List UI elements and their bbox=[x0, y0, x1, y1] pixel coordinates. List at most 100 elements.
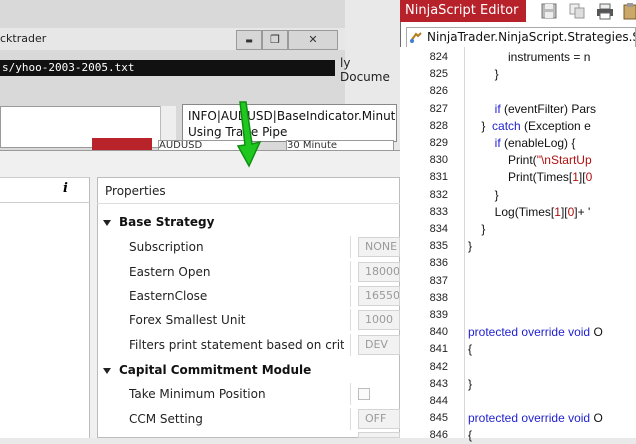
code-token: } bbox=[468, 187, 499, 202]
gutter-divider bbox=[464, 47, 465, 438]
code-token: O bbox=[590, 411, 603, 426]
line-number: 843 bbox=[429, 377, 448, 390]
code-line[interactable]: if (eventFilter) Pars bbox=[468, 101, 636, 118]
prop-label-filters-print: Filters print statement based on critic.… bbox=[129, 338, 344, 352]
code-line[interactable]: protected override void O bbox=[468, 410, 636, 427]
code-token: Log(Times[ bbox=[468, 204, 555, 219]
line-number: 839 bbox=[429, 309, 448, 321]
divider bbox=[350, 309, 351, 331]
code-token: } bbox=[468, 239, 473, 254]
line-number: 836 bbox=[429, 257, 448, 270]
prop-label-eastern-close: EasternClose bbox=[129, 289, 208, 303]
code-line[interactable] bbox=[468, 290, 636, 307]
code-token: } bbox=[468, 222, 486, 236]
divider bbox=[350, 261, 351, 283]
code-token-kw: override bbox=[521, 411, 565, 426]
code-line[interactable]: { bbox=[468, 427, 636, 444]
close-button[interactable]: ✕ bbox=[288, 30, 338, 50]
prop-value-filters-print[interactable]: DEV bbox=[358, 335, 400, 355]
minimize-icon: ▬ bbox=[245, 36, 253, 45]
code-line[interactable]: protected override void O bbox=[468, 324, 636, 341]
code-line[interactable] bbox=[468, 393, 636, 410]
line-number: 835 bbox=[429, 240, 448, 253]
code-line[interactable]: } bbox=[468, 187, 636, 204]
green-arrow-icon bbox=[236, 101, 262, 168]
minimize-button[interactable]: ▬ bbox=[236, 30, 262, 50]
code-token: ][ bbox=[578, 170, 586, 185]
line-number: 833 bbox=[429, 205, 448, 218]
code-token: (eventFilter) Pars bbox=[500, 101, 597, 116]
line-number: 828 bbox=[429, 119, 448, 132]
code-token: } bbox=[468, 118, 493, 133]
start-button[interactable] bbox=[92, 138, 152, 150]
code-token-kw: catch bbox=[492, 118, 521, 133]
trader-window-title: cktrader bbox=[0, 32, 47, 45]
prop-value-ccm-setting[interactable]: OFF bbox=[358, 409, 400, 429]
prop-value-eastern-close[interactable]: 16550 bbox=[358, 286, 400, 306]
collapse-triangle-icon[interactable] bbox=[103, 367, 111, 374]
save-icon[interactable] bbox=[540, 2, 558, 20]
code-line[interactable]: { bbox=[468, 341, 636, 358]
line-number: 844 bbox=[429, 395, 448, 407]
code-line[interactable] bbox=[468, 307, 636, 324]
prop-value-eastern-open[interactable]: 18000 bbox=[358, 262, 400, 282]
code-line[interactable]: instruments = n bbox=[468, 49, 636, 66]
print-icon[interactable] bbox=[596, 2, 614, 20]
code-line[interactable]: if (enableLog) { bbox=[468, 135, 636, 152]
code-token: instruments = n bbox=[468, 50, 591, 64]
divider bbox=[350, 383, 351, 405]
line-number: 826 bbox=[429, 85, 448, 98]
code-line[interactable]: } bbox=[468, 238, 636, 255]
documents-label: ly Docume bbox=[340, 56, 390, 84]
file-path-field[interactable]: s/yhoo-2003-2005.txt bbox=[0, 60, 335, 76]
info-icon[interactable]: i bbox=[63, 181, 68, 196]
code-line[interactable]: Print(Times[1][0 bbox=[468, 169, 636, 186]
code-line[interactable] bbox=[468, 255, 636, 272]
code-line[interactable] bbox=[468, 359, 636, 376]
code-line[interactable]: Print("\nStartUp bbox=[468, 152, 636, 169]
code-token-num: 1 bbox=[572, 170, 579, 185]
divider bbox=[350, 334, 351, 356]
code-line[interactable]: } bbox=[468, 66, 636, 83]
code-token: ]+ ' bbox=[574, 204, 591, 219]
line-number: 837 bbox=[429, 274, 448, 287]
code-token-kw: protected bbox=[468, 411, 519, 426]
copy-icon[interactable] bbox=[568, 2, 586, 20]
category-label: Base Strategy bbox=[119, 215, 215, 229]
category-base-strategy[interactable]: Base Strategy bbox=[103, 211, 214, 233]
prop-value-next[interactable] bbox=[358, 432, 400, 438]
prop-value-forex-smallest-unit[interactable]: 1000 bbox=[358, 310, 400, 330]
info-log-line: Using Trade Pipe bbox=[188, 125, 288, 139]
code-line[interactable] bbox=[468, 83, 636, 100]
code-line[interactable]: } bbox=[468, 376, 636, 393]
divider bbox=[350, 285, 351, 307]
maximize-button[interactable]: ❐ bbox=[262, 30, 288, 50]
prop-value-subscription[interactable]: NONE bbox=[358, 237, 400, 257]
code-token: { bbox=[468, 342, 473, 357]
take-minimum-position-checkbox[interactable] bbox=[358, 388, 370, 400]
prop-label-ccm-setting: CCM Setting bbox=[129, 412, 203, 426]
line-number: 824 bbox=[429, 51, 448, 63]
line-number: 831 bbox=[429, 171, 448, 184]
prop-label-take-minimum-position: Take Minimum Position bbox=[129, 387, 266, 401]
category-capital-commitment-module[interactable]: Capital Commitment Module bbox=[103, 359, 311, 381]
prop-label-forex-smallest-unit: Forex Smallest Unit bbox=[129, 313, 246, 327]
paste-icon[interactable] bbox=[622, 2, 636, 20]
collapse-triangle-icon[interactable] bbox=[103, 219, 111, 226]
code-token-num: 0 bbox=[585, 170, 593, 185]
line-number: 840 bbox=[429, 326, 448, 339]
code-token-kw: protected bbox=[468, 325, 519, 340]
code-line[interactable]: } catch (Exception e bbox=[468, 118, 636, 135]
code-line[interactable] bbox=[468, 273, 636, 290]
line-number: 829 bbox=[429, 137, 448, 149]
code-token: { bbox=[468, 428, 473, 443]
divider bbox=[350, 236, 351, 258]
editor-tab[interactable]: NinjaTrader.NinjaScript.Strategies.Sca bbox=[406, 27, 636, 47]
code-token: } bbox=[468, 376, 473, 391]
strategy-list-panel[interactable] bbox=[0, 177, 90, 438]
code-line[interactable]: } bbox=[468, 221, 636, 238]
code-token: } bbox=[468, 67, 499, 82]
code-line[interactable]: Log(Times[1][0]+ ' bbox=[468, 204, 636, 221]
code-token: Print(Times[ bbox=[468, 170, 573, 185]
